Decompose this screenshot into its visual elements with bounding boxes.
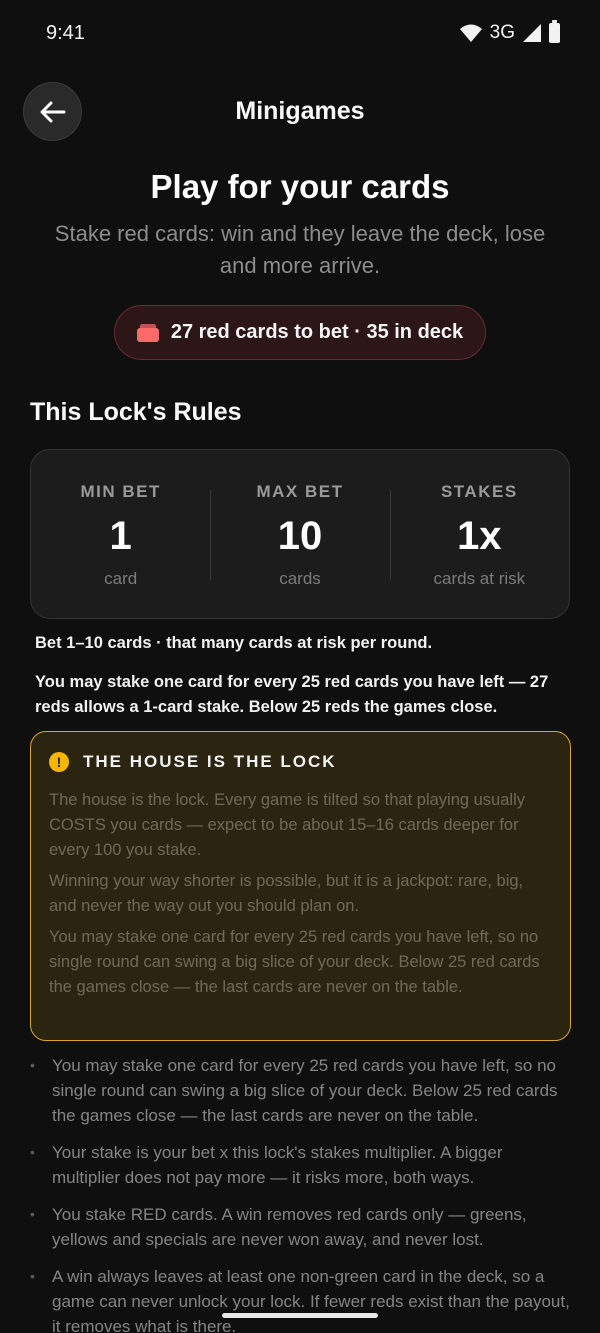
red-cards-icon [136,323,159,342]
bullet-dot: • [30,1268,35,1284]
warning-body: The house is the lock. Every game is til… [49,788,552,1000]
bet-range-note: Bet 1–10 cards · that many cards at risk… [35,634,433,652]
warning-paragraph: The house is the lock. Every game is til… [49,791,525,859]
signal-icon [523,24,541,42]
stat-max-bet: MAX BET 10 cards [210,450,389,618]
stat-unit: card [104,569,138,588]
status-time: 9:41 [46,22,85,44]
bullet-dot: • [30,1144,35,1160]
list-item: • Your stake is your bet x this lock's s… [30,1140,570,1190]
stat-unit: cards at risk [433,569,526,588]
bullet-dot: • [30,1206,35,1222]
stat-stakes: STAKES 1x cards at risk [389,450,569,618]
stat-label: MIN BET [80,482,161,501]
rules-title: This Lock's Rules [30,398,242,426]
wifi-icon [459,24,482,42]
list-item: • You may stake one card for every 25 re… [30,1053,570,1128]
warning-paragraph: Winning your way shorter is possible, bu… [49,872,524,915]
stat-min-bet: MIN BET 1 card [31,450,210,618]
bullet-dot: • [30,1057,35,1073]
status-icons: 3G [459,20,560,44]
warning-icon: ! [49,752,69,772]
warning-paragraph: You may stake one card for every 25 red … [49,928,540,996]
stat-value: 1 [109,514,132,558]
stat-value: 1x [457,514,502,558]
bullet-text: A win always leaves at least one non-gre… [52,1267,570,1333]
list-item: • You stake RED cards. A win removes red… [30,1202,570,1252]
stat-unit: cards [279,569,321,588]
list-item: • A win always leaves at least one non-g… [30,1264,570,1333]
rules-stats-card: MIN BET 1 card MAX BET 10 cards STAKES 1… [30,449,570,619]
warning-title: THE HOUSE IS THE LOCK [83,752,337,771]
balance-text: 27 red cards to bet · 35 in deck [170,321,464,343]
stat-label: MAX BET [256,482,344,501]
stat-value: 10 [277,514,323,558]
minigames-screen: 9:41 3G Minigames Play for your cards St… [0,0,600,1333]
status-bar: 9:41 3G [0,0,600,70]
home-indicator[interactable] [222,1313,378,1318]
rules-bullet-list: • You may stake one card for every 25 re… [30,1053,570,1333]
bullet-text: You may stake one card for every 25 red … [52,1056,558,1125]
house-warning-box: ! THE HOUSE IS THE LOCK The house is the… [30,731,571,1041]
red-cards-balance-pill: 27 red cards to bet · 35 in deck [114,305,486,360]
stake-limit-note: You may stake one card for every 25 red … [35,673,549,716]
hero-subtitle: Stake red cards: win and they leave the … [54,221,546,278]
bullet-text: You stake RED cards. A win removes red c… [52,1205,527,1249]
battery-icon [549,20,560,43]
stat-label: STAKES [440,482,518,501]
hero-title: Play for your cards [150,168,450,205]
bullet-text: Your stake is your bet x this lock's sta… [52,1143,503,1187]
page-title: Minigames [235,97,365,125]
network-type: 3G [489,22,515,43]
warning-header: ! THE HOUSE IS THE LOCK [49,752,552,772]
